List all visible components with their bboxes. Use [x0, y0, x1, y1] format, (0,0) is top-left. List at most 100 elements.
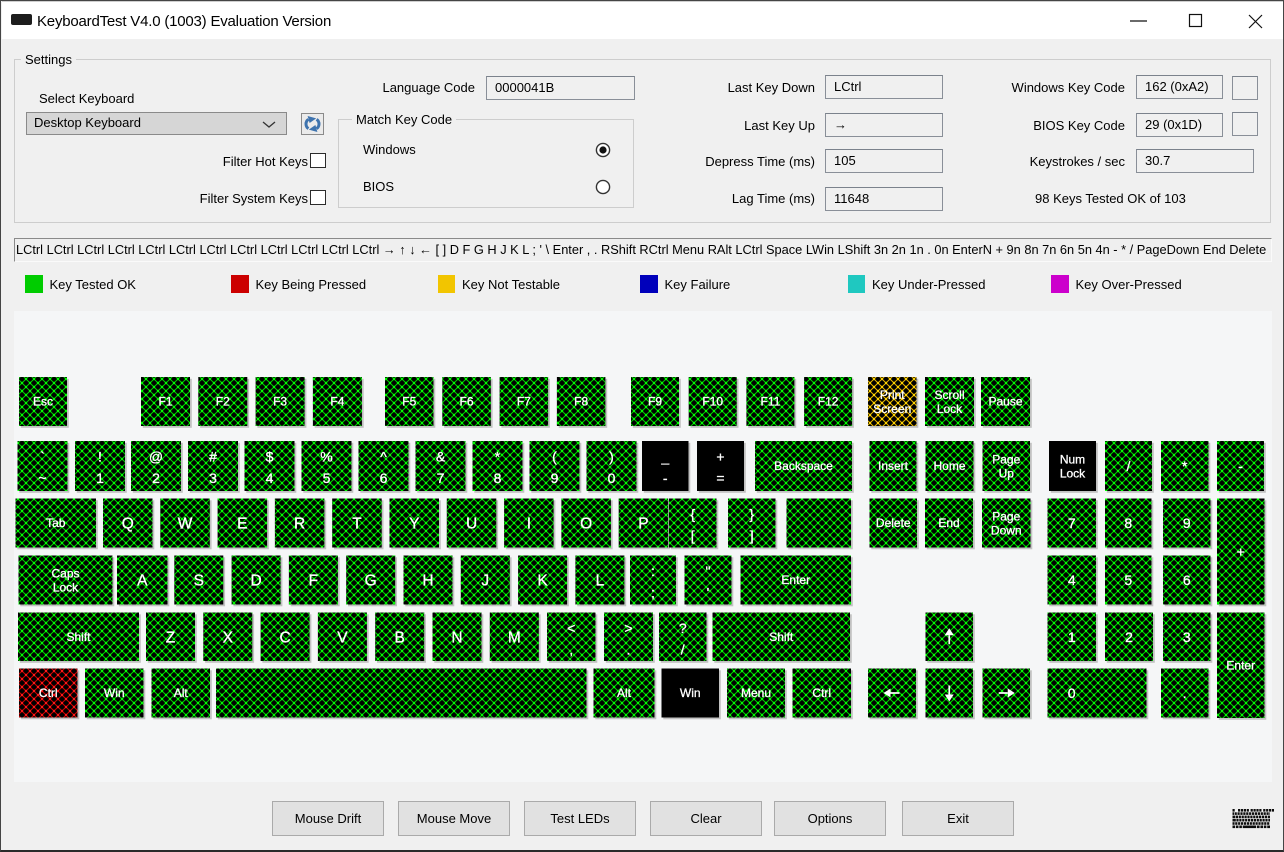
svg-text:F: F [309, 573, 318, 590]
svg-text:Print: Print [880, 388, 905, 402]
svg-text:Alt: Alt [174, 686, 189, 700]
svg-text:): ) [609, 449, 614, 465]
svg-text:$: $ [266, 449, 274, 465]
svg-text:-: - [663, 470, 668, 486]
svg-text:Win: Win [104, 686, 125, 700]
svg-text:F3: F3 [273, 395, 287, 409]
svg-text:Ctrl: Ctrl [39, 686, 58, 700]
svg-text:8: 8 [1124, 515, 1132, 531]
svg-text:Home: Home [933, 459, 965, 473]
svg-text:M: M [508, 629, 521, 646]
svg-text:8: 8 [494, 470, 502, 486]
svg-text:F11: F11 [761, 395, 781, 409]
svg-text:Shift: Shift [769, 630, 794, 644]
svg-text:Screen: Screen [873, 402, 911, 416]
svg-text:': ' [707, 585, 710, 601]
svg-text:W: W [178, 516, 193, 533]
svg-text:J: J [481, 573, 489, 590]
svg-text:3: 3 [209, 470, 217, 486]
svg-text:Lock: Lock [53, 581, 79, 595]
svg-text:{: { [690, 506, 695, 522]
svg-text:.: . [627, 642, 631, 658]
svg-text:5: 5 [1124, 572, 1132, 588]
svg-text:6: 6 [380, 470, 388, 486]
svg-text:G: G [365, 573, 377, 590]
svg-text:F2: F2 [216, 395, 230, 409]
svg-text:R: R [294, 516, 305, 533]
svg-text:Num: Num [1060, 453, 1085, 467]
svg-text:7: 7 [1068, 515, 1076, 531]
svg-text:]: ] [750, 528, 754, 544]
svg-text:Shift: Shift [66, 630, 91, 644]
svg-text:F10: F10 [702, 395, 723, 409]
svg-text:2: 2 [1125, 629, 1133, 645]
svg-text:>: > [624, 620, 632, 636]
svg-text:C: C [279, 629, 290, 646]
svg-text:_: _ [660, 449, 669, 465]
svg-text:Q: Q [122, 516, 134, 533]
svg-text:X: X [223, 629, 234, 646]
svg-text:E: E [237, 516, 247, 533]
svg-text:Z: Z [166, 629, 175, 646]
svg-text:Up: Up [999, 467, 1015, 481]
svg-text:?: ? [679, 620, 687, 636]
svg-text:Ctrl: Ctrl [812, 686, 831, 700]
svg-text:}: } [749, 506, 754, 522]
svg-text:(: ( [552, 449, 557, 465]
svg-text:Delete: Delete [876, 516, 911, 530]
svg-text:0: 0 [1068, 685, 1076, 701]
svg-text:@: @ [149, 449, 163, 465]
svg-text:0: 0 [608, 470, 616, 486]
svg-text:V: V [337, 629, 348, 646]
svg-text:Enter: Enter [781, 573, 810, 587]
svg-text:H: H [422, 573, 433, 590]
svg-text:-: - [1238, 458, 1243, 474]
svg-text:Esc: Esc [33, 395, 53, 409]
svg-text:S: S [194, 573, 204, 590]
svg-text:Caps: Caps [51, 567, 79, 581]
svg-text:/: / [681, 642, 685, 658]
svg-text:9: 9 [551, 470, 559, 486]
svg-text:3: 3 [1183, 629, 1191, 645]
svg-text:D: D [250, 573, 261, 590]
svg-text:/: / [1127, 458, 1131, 474]
svg-text:F4: F4 [330, 395, 344, 409]
svg-text:U: U [466, 516, 477, 533]
svg-text:.: . [1183, 685, 1187, 701]
svg-text:+: + [1237, 544, 1245, 560]
svg-text:4: 4 [1068, 572, 1076, 588]
svg-text:K: K [537, 573, 548, 590]
svg-text::: : [651, 563, 655, 579]
svg-text:4: 4 [266, 470, 274, 486]
svg-text:Lock: Lock [937, 402, 963, 416]
svg-text:=: = [716, 470, 724, 486]
svg-text:O: O [580, 516, 592, 533]
svg-text:*: * [495, 449, 501, 465]
svg-text:Down: Down [991, 524, 1022, 538]
svg-text:;: ; [651, 585, 655, 601]
svg-text:Win: Win [680, 686, 701, 700]
svg-text:Tab: Tab [46, 516, 66, 530]
svg-text:F7: F7 [517, 395, 531, 409]
svg-text:[: [ [691, 528, 695, 544]
svg-text:F1: F1 [158, 395, 172, 409]
svg-text:F12: F12 [818, 395, 839, 409]
svg-text:*: * [1182, 458, 1188, 474]
svg-text:Enter: Enter [1226, 658, 1255, 672]
svg-text:Page: Page [992, 510, 1020, 524]
svg-text:+: + [716, 449, 724, 465]
svg-text:^: ^ [380, 449, 387, 465]
svg-text:P: P [638, 516, 648, 533]
svg-text:,: , [569, 642, 573, 658]
svg-text:A: A [137, 573, 148, 590]
svg-text:Lock: Lock [1060, 467, 1086, 481]
svg-text:": " [706, 563, 711, 579]
svg-text:Menu: Menu [741, 686, 771, 700]
svg-text:%: % [320, 449, 332, 465]
svg-text:T: T [352, 516, 362, 533]
svg-text:2: 2 [152, 470, 160, 486]
svg-text:B: B [395, 629, 405, 646]
svg-text:7: 7 [437, 470, 445, 486]
svg-text:Backspace: Backspace [774, 459, 833, 473]
svg-text:F6: F6 [460, 395, 474, 409]
